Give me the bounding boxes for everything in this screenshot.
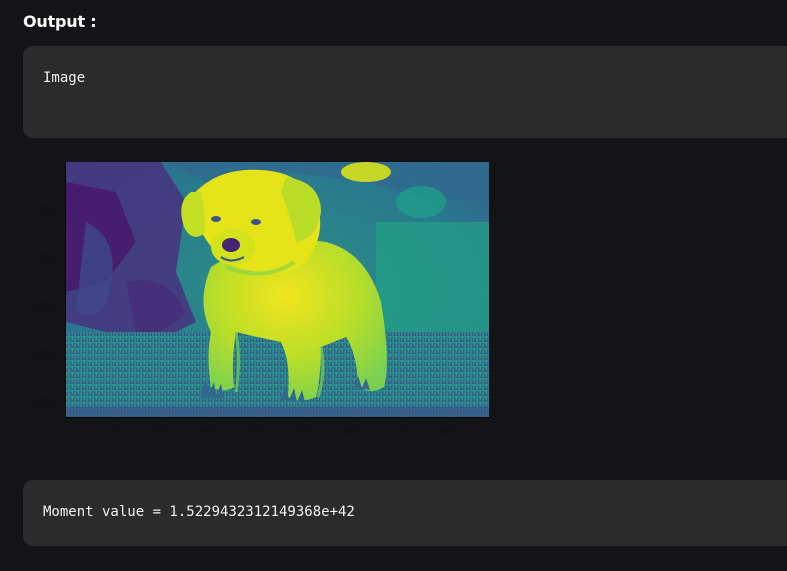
x-tick-mark <box>354 418 355 422</box>
moment-value-text: Moment value = 1.5229432312149368e+42 <box>43 504 355 520</box>
x-axis-line <box>65 417 489 418</box>
x-tick-mark <box>402 418 403 422</box>
x-tick-mark <box>210 418 211 422</box>
y-tick-mark <box>61 402 65 403</box>
x-tick-label: 300 <box>198 425 222 439</box>
y-tick-label: 100 <box>33 203 56 217</box>
puppy-image-plot <box>66 162 489 417</box>
x-tick-label: 100 <box>102 425 126 439</box>
y-tick-label: 300 <box>33 299 56 313</box>
x-tick-label: 400 <box>246 425 270 439</box>
y-tick-label: 0 <box>47 155 55 169</box>
x-tick-label: 0 <box>62 425 70 439</box>
x-tick-mark <box>162 418 163 422</box>
y-tick-mark <box>61 162 65 163</box>
x-tick-mark <box>306 418 307 422</box>
y-tick-label: 400 <box>33 347 56 361</box>
x-tick-mark <box>66 418 67 422</box>
x-tick-label: 500 <box>294 425 318 439</box>
x-tick-mark <box>258 418 259 422</box>
x-tick-label: 700 <box>390 425 414 439</box>
code-block-text: Image <box>43 70 86 86</box>
y-tick-label: 200 <box>33 251 56 265</box>
y-axis-line <box>65 162 66 418</box>
y-tick-mark <box>61 354 65 355</box>
x-tick-label: 600 <box>342 425 366 439</box>
y-tick-mark <box>61 210 65 211</box>
output-code-block-image: Image <box>23 46 787 138</box>
y-tick-mark <box>61 306 65 307</box>
puppy-image <box>66 162 489 417</box>
output-heading: Output : <box>23 12 97 31</box>
y-tick-mark <box>61 258 65 259</box>
y-tick-label: 500 <box>33 395 56 409</box>
x-tick-mark <box>450 418 451 422</box>
x-tick-mark <box>114 418 115 422</box>
x-tick-label: 800 <box>438 425 462 439</box>
output-code-block-moment: Moment value = 1.5229432312149368e+42 <box>23 480 787 546</box>
x-tick-label: 200 <box>150 425 174 439</box>
